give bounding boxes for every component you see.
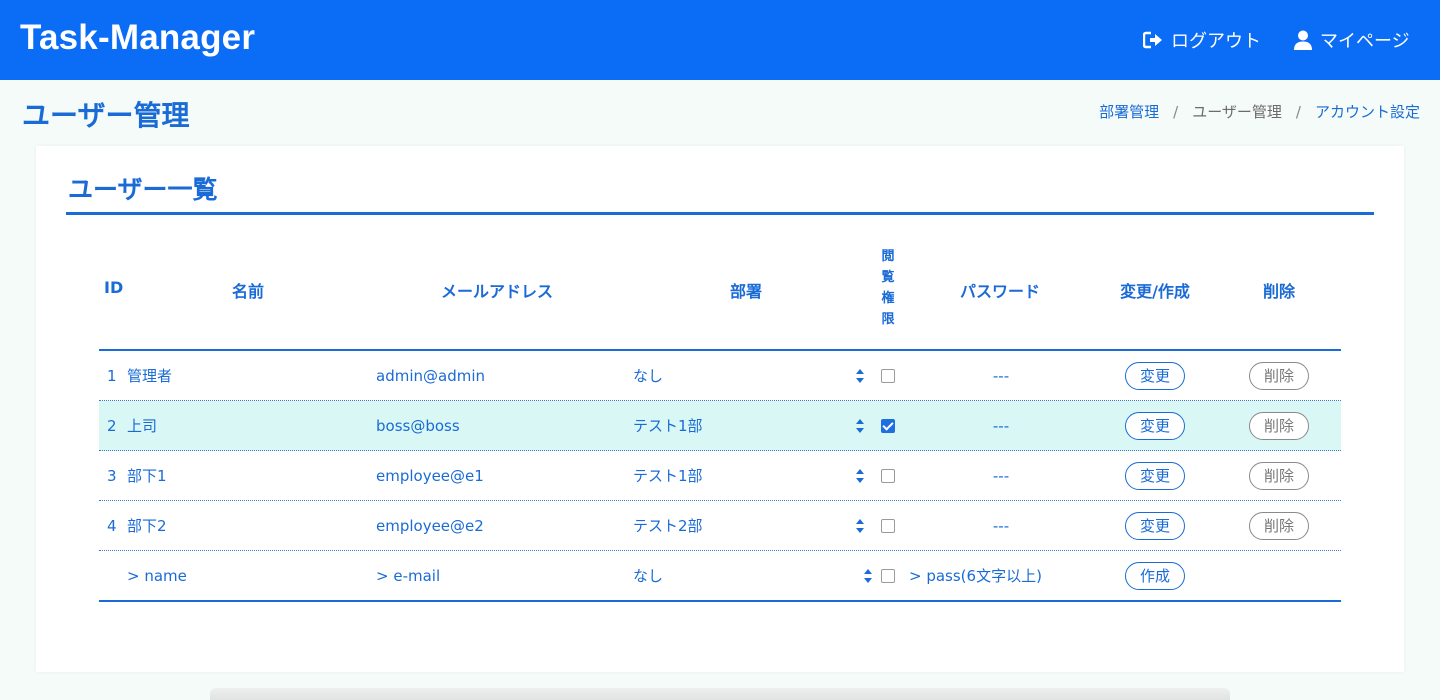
top-header: Task-Manager ログアウト マイページ: [0, 0, 1440, 80]
select-arrows-icon: [856, 419, 864, 433]
user-icon: [1294, 30, 1312, 50]
user-password[interactable]: ---: [993, 501, 1009, 551]
user-password[interactable]: ---: [993, 351, 1009, 401]
user-password[interactable]: ---: [993, 401, 1009, 451]
user-list-card: ユーザー一覧 ID 名前 メールアドレス 部署 閲 覧 権 限 パスワード 変更…: [36, 146, 1404, 672]
edit-button[interactable]: 変更: [1124, 412, 1186, 440]
user-email[interactable]: employee@e1: [376, 451, 484, 501]
col-header-email: メールアドレス: [440, 282, 554, 301]
logout-link[interactable]: ログアウト: [1143, 28, 1261, 52]
dept-select[interactable]: なし: [633, 351, 865, 401]
col-header-permission: 閲 覧 権 限: [879, 246, 897, 330]
permission-checkbox[interactable]: [881, 469, 895, 483]
card-title: ユーザー一覧: [68, 175, 218, 204]
select-arrows-icon: [856, 369, 864, 383]
edit-button[interactable]: 変更: [1124, 512, 1186, 540]
create-button[interactable]: 作成: [1124, 562, 1186, 590]
dept-select-value: テスト1部: [633, 467, 703, 485]
logout-label: ログアウト: [1171, 31, 1261, 52]
new-user-row: > name > e-mail なし > pass(6文字以上) 作成: [99, 551, 1341, 601]
user-id: 4: [107, 517, 117, 535]
delete-button[interactable]: 削除: [1248, 512, 1310, 540]
dept-select-value: なし: [633, 367, 664, 385]
breadcrumb: 部署管理 / ユーザー管理 / アカウント設定: [1099, 101, 1420, 122]
breadcrumb-separator: /: [1173, 102, 1179, 121]
col-header-name: 名前: [231, 282, 265, 301]
breadcrumb-dept[interactable]: 部署管理: [1099, 101, 1159, 122]
user-name[interactable]: 上司: [127, 401, 157, 451]
new-password-input[interactable]: > pass(6文字以上): [909, 551, 1042, 601]
user-email[interactable]: admin@admin: [376, 351, 485, 401]
col-header-edit: 変更/作成: [1120, 282, 1190, 301]
breadcrumb-user: ユーザー管理: [1192, 103, 1282, 121]
select-arrows-icon: [856, 519, 864, 533]
select-arrows-icon: [856, 469, 864, 483]
edit-button[interactable]: 変更: [1124, 362, 1186, 390]
perm-char: 覧: [881, 270, 895, 285]
title-divider: [66, 212, 1374, 215]
page-title: ユーザー管理: [22, 99, 190, 132]
breadcrumb-account[interactable]: アカウント設定: [1315, 101, 1420, 122]
new-email-input[interactable]: > e-mail: [376, 551, 440, 601]
perm-char: 閲: [881, 249, 895, 264]
app-brand[interactable]: Task-Manager: [20, 18, 255, 58]
user-email[interactable]: boss@boss: [376, 401, 460, 451]
table-row: 2 上司 boss@boss テスト1部 --- 変更 削除: [99, 401, 1341, 451]
dept-select[interactable]: テスト1部: [633, 451, 865, 501]
delete-button[interactable]: 削除: [1248, 362, 1310, 390]
breadcrumb-separator: /: [1295, 102, 1301, 121]
bottom-shadow: [210, 688, 1230, 700]
mypage-label: マイページ: [1320, 31, 1410, 52]
user-id: 1: [107, 367, 117, 385]
user-email[interactable]: employee@e2: [376, 501, 484, 551]
col-header-id: ID: [104, 278, 124, 297]
table-row: 1 管理者 admin@admin なし --- 変更 削除: [99, 351, 1341, 401]
permission-checkbox[interactable]: [881, 519, 895, 533]
dept-select-value: テスト2部: [633, 517, 703, 535]
mypage-link[interactable]: マイページ: [1294, 28, 1410, 52]
user-id: 3: [107, 467, 117, 485]
sign-out-icon: [1143, 31, 1162, 49]
new-permission-checkbox[interactable]: [881, 569, 895, 583]
perm-char: 限: [881, 312, 895, 327]
table-row: 3 部下1 employee@e1 テスト1部 --- 変更 削除: [99, 451, 1341, 501]
user-name[interactable]: 部下2: [127, 501, 167, 551]
table-row: 4 部下2 employee@e2 テスト2部 --- 変更 削除: [99, 501, 1341, 551]
delete-button[interactable]: 削除: [1248, 462, 1310, 490]
delete-button[interactable]: 削除: [1248, 412, 1310, 440]
perm-char: 権: [881, 291, 895, 306]
dept-select[interactable]: テスト2部: [633, 501, 865, 551]
user-id: 2: [107, 417, 117, 435]
permission-checkbox[interactable]: [881, 369, 895, 383]
col-header-password: パスワード: [959, 282, 1041, 301]
user-name[interactable]: 部下1: [127, 451, 167, 501]
permission-checkbox[interactable]: [881, 419, 895, 433]
user-name[interactable]: 管理者: [127, 351, 172, 401]
dept-select-value: なし: [633, 567, 664, 585]
user-password[interactable]: ---: [993, 451, 1009, 501]
dept-select[interactable]: テスト1部: [633, 401, 865, 451]
col-header-delete: 削除: [1262, 282, 1296, 301]
new-name-input[interactable]: > name: [127, 551, 187, 601]
edit-button[interactable]: 変更: [1124, 462, 1186, 490]
select-arrows-icon: [864, 569, 872, 583]
table-bottom-rule: [99, 600, 1341, 602]
new-dept-select[interactable]: なし: [633, 551, 872, 601]
col-header-dept: 部署: [729, 282, 763, 301]
dept-select-value: テスト1部: [633, 417, 703, 435]
